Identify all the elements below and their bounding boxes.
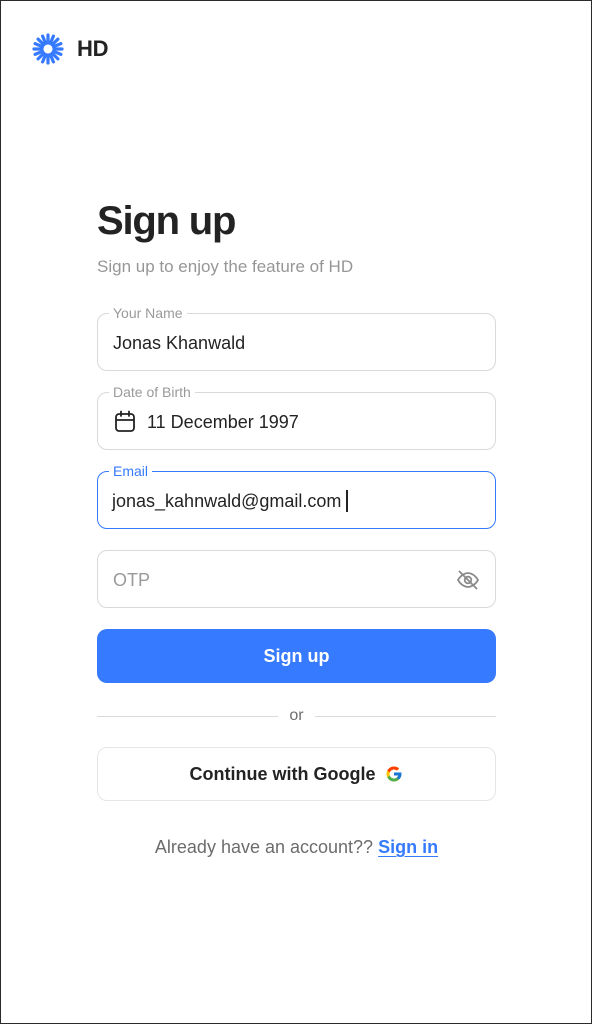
name-field-label: Your Name [109,305,187,321]
otp-field[interactable]: OTP [97,550,496,608]
email-field-label: Email [109,463,153,479]
dob-field-label: Date of Birth [109,384,195,400]
dob-field[interactable]: Date of Birth 11 December 1997 [97,384,496,450]
divider-text: or [289,707,304,724]
name-field-value: Jonas Khanwald [113,333,246,353]
brand-name: HD [77,36,109,61]
google-icon [386,766,402,782]
eye-off-icon[interactable] [456,568,480,592]
calendar-icon[interactable] [114,410,136,434]
text-caret [346,490,348,512]
app-frame: HD Sign up Sign up to enjoy the feature … [0,0,592,1024]
google-signin-button[interactable]: Continue with Google [97,747,496,801]
page-title: Sign up [97,199,236,243]
brand-logo: HD [32,33,108,65]
google-button-label: Continue with Google [189,763,376,784]
signin-link[interactable]: Sign in [378,837,438,857]
email-field-value: jonas_kahnwald@gmail.com [112,490,348,512]
email-field[interactable]: Email jonas_kahnwald@gmail.com [97,463,496,529]
signin-prompt: Already have an account?? Sign in [97,835,496,859]
or-divider: or [97,706,497,726]
name-field[interactable]: Your Name Jonas Khanwald [97,305,496,371]
divider-line-right [314,715,497,717]
dob-field-value: 11 December 1997 [147,412,299,432]
signup-header: Sign up Sign up to enjoy the feature of … [97,197,496,278]
page-subtitle: Sign up to enjoy the feature of HD [97,257,354,276]
otp-placeholder: OTP [113,570,151,590]
email-text: jonas_kahnwald@gmail.com [112,491,342,511]
signin-prompt-text: Already have an account?? [154,837,374,857]
divider-line-left [97,715,279,717]
spark-icon [32,33,64,65]
signup-button[interactable]: Sign up [97,629,496,683]
